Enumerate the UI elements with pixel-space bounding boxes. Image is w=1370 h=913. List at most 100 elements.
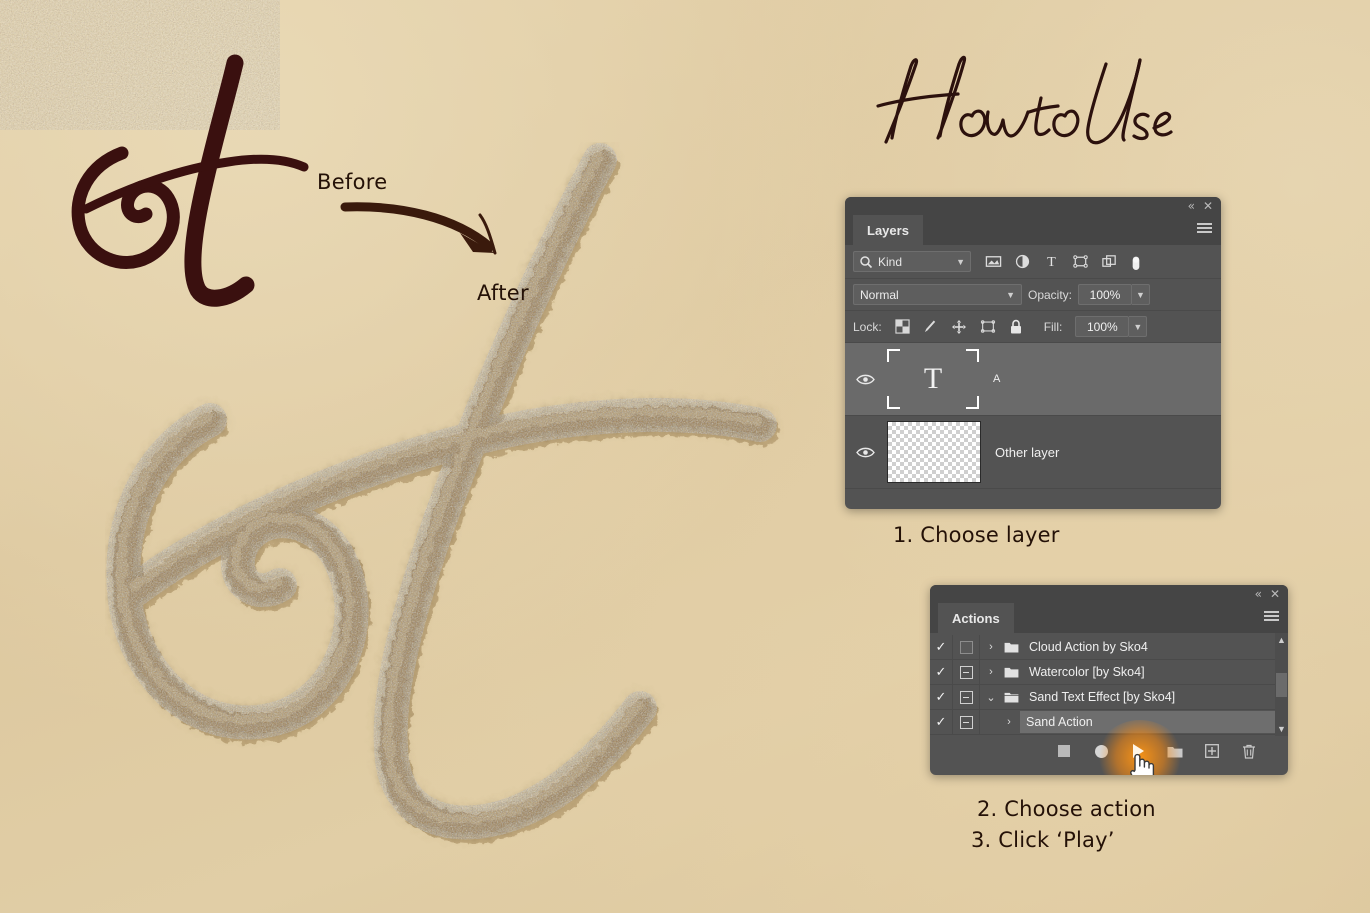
record-button[interactable] bbox=[1092, 742, 1110, 760]
actions-panel[interactable]: « ✕ Actions ✓ › Cloud Action by Sko4 ✓ › bbox=[930, 585, 1288, 775]
before-label: Before bbox=[317, 170, 387, 194]
chevron-down-icon[interactable]: ⌄ bbox=[980, 691, 1002, 704]
table-row[interactable]: Other layer bbox=[845, 416, 1221, 489]
actions-scrollbar[interactable]: ▲ ▼ bbox=[1275, 633, 1288, 736]
lock-label: Lock: bbox=[853, 320, 882, 334]
folder-icon bbox=[1167, 745, 1183, 758]
blend-mode-select[interactable]: Normal ▼ bbox=[853, 284, 1022, 305]
lock-all-icon[interactable] bbox=[1009, 319, 1023, 335]
before-letter-a bbox=[50, 45, 350, 310]
kind-filter-select[interactable]: Kind ▼ bbox=[853, 251, 971, 272]
hand-pointer-cursor bbox=[1126, 748, 1156, 775]
layers-tab-row: Layers bbox=[845, 215, 1221, 245]
layers-panel[interactable]: « ✕ Layers Kind ▼ T bbox=[845, 197, 1221, 509]
chevron-down-icon[interactable]: ▼ bbox=[1277, 722, 1286, 736]
canvas: Before After « bbox=[0, 0, 1370, 913]
fill-input[interactable]: 100% bbox=[1075, 316, 1129, 337]
new-set-button[interactable] bbox=[1166, 742, 1184, 760]
actions-footer-toolbar bbox=[930, 736, 1288, 766]
actions-caption-2: 3. Click ‘Play’ bbox=[971, 828, 1115, 852]
chevron-down-icon: ▼ bbox=[956, 257, 965, 267]
close-icon[interactable]: ✕ bbox=[1270, 587, 1280, 601]
table-row[interactable]: T A bbox=[845, 343, 1221, 416]
smart-object-filter-icon[interactable] bbox=[1101, 253, 1118, 270]
chevron-up-icon[interactable]: ▲ bbox=[1277, 633, 1286, 647]
blend-mode-value: Normal bbox=[860, 288, 899, 302]
new-page-icon bbox=[1205, 744, 1219, 758]
action-checkbox[interactable]: ✓ bbox=[930, 685, 953, 709]
chevron-down-icon: ▼ bbox=[1006, 290, 1015, 300]
layer-filter-icons: T bbox=[985, 251, 1142, 273]
scrollbar-thumb[interactable] bbox=[1276, 673, 1287, 697]
image-filter-icon[interactable] bbox=[985, 253, 1002, 270]
before-after-arrow bbox=[340, 195, 520, 265]
chevron-right-icon[interactable]: › bbox=[980, 641, 1002, 653]
folder-open-icon bbox=[1004, 691, 1019, 703]
tab-layers[interactable]: Layers bbox=[853, 215, 923, 245]
opacity-label: Opacity: bbox=[1028, 288, 1072, 302]
layers-filter-row: Kind ▼ T bbox=[845, 245, 1221, 279]
layers-lock-row: Lock: Fill: 100% ▼ bbox=[845, 311, 1221, 343]
action-label: Cloud Action by Sko4 bbox=[1025, 640, 1148, 654]
eye-icon[interactable] bbox=[845, 373, 885, 386]
layers-caption: 1. Choose layer bbox=[893, 523, 1060, 547]
shape-filter-icon[interactable] bbox=[1072, 253, 1089, 270]
adjustment-filter-icon[interactable] bbox=[1014, 253, 1031, 270]
layer-name: Other layer bbox=[995, 445, 1059, 460]
transparent-checker-thumb[interactable] bbox=[887, 421, 981, 483]
panel-menu-icon[interactable] bbox=[1264, 611, 1279, 622]
opacity-input[interactable]: 100% bbox=[1078, 284, 1132, 305]
kind-filter-label: Kind bbox=[878, 255, 902, 269]
actions-caption-1: 2. Choose action bbox=[977, 797, 1156, 821]
chevron-double-left-icon[interactable]: « bbox=[1255, 587, 1262, 601]
action-dialog-toggle[interactable] bbox=[953, 635, 980, 659]
panel-menu-icon[interactable] bbox=[1197, 223, 1212, 234]
action-dialog-toggle[interactable] bbox=[953, 660, 980, 684]
stop-button[interactable] bbox=[1055, 742, 1073, 760]
fill-label: Fill: bbox=[1044, 320, 1063, 334]
text-layer-thumb[interactable]: T bbox=[887, 349, 979, 409]
list-item[interactable]: ✓ › Cloud Action by Sko4 bbox=[930, 635, 1288, 660]
layers-panel-titlebar: « ✕ bbox=[845, 197, 1221, 215]
action-checkbox[interactable]: ✓ bbox=[930, 660, 953, 684]
action-label: Watercolor [by Sko4] bbox=[1025, 665, 1145, 679]
eye-icon[interactable] bbox=[845, 446, 885, 459]
new-action-button[interactable] bbox=[1203, 742, 1221, 760]
layer-name: A bbox=[993, 373, 1000, 385]
folder-icon bbox=[1004, 666, 1019, 678]
layers-blend-row: Normal ▼ Opacity: 100% ▼ bbox=[845, 279, 1221, 311]
chevron-double-left-icon[interactable]: « bbox=[1188, 199, 1195, 213]
filter-toggle-icon[interactable] bbox=[1130, 251, 1142, 273]
lock-position-icon[interactable] bbox=[951, 319, 967, 335]
lock-artboard-icon[interactable] bbox=[980, 319, 996, 334]
folder-icon bbox=[1004, 641, 1019, 653]
action-checkbox[interactable]: ✓ bbox=[930, 635, 953, 659]
action-label: Sand Text Effect [by Sko4] bbox=[1025, 690, 1175, 704]
chevron-right-icon[interactable]: › bbox=[998, 716, 1020, 728]
lock-transparency-icon[interactable] bbox=[895, 319, 910, 334]
action-checkbox[interactable]: ✓ bbox=[930, 710, 953, 734]
close-icon[interactable]: ✕ bbox=[1203, 199, 1213, 213]
tab-actions[interactable]: Actions bbox=[938, 603, 1014, 633]
record-circle-icon bbox=[1095, 745, 1108, 758]
actions-list: ✓ › Cloud Action by Sko4 ✓ › Watercolor … bbox=[930, 633, 1288, 736]
action-dialog-toggle[interactable] bbox=[953, 685, 980, 709]
svg-text:T: T bbox=[1047, 254, 1056, 270]
layer-list: T A Other layer bbox=[845, 343, 1221, 489]
opacity-chevron-down-icon[interactable]: ▼ bbox=[1132, 284, 1150, 305]
list-item[interactable]: ✓ › Watercolor [by Sko4] bbox=[930, 660, 1288, 685]
actions-tab-row: Actions bbox=[930, 603, 1288, 633]
actions-panel-titlebar: « ✕ bbox=[930, 585, 1288, 603]
action-dialog-toggle[interactable] bbox=[953, 710, 980, 734]
list-item[interactable]: ✓ › Sand Action bbox=[930, 710, 1288, 735]
list-item[interactable]: ✓ ⌄ Sand Text Effect [by Sko4] bbox=[930, 685, 1288, 710]
search-icon bbox=[859, 255, 873, 269]
fill-chevron-down-icon[interactable]: ▼ bbox=[1129, 316, 1147, 337]
delete-button[interactable] bbox=[1240, 742, 1258, 760]
chevron-right-icon[interactable]: › bbox=[980, 666, 1002, 678]
action-label-selected: Sand Action bbox=[1020, 711, 1288, 733]
after-label: After bbox=[477, 281, 529, 305]
stop-square-icon bbox=[1058, 745, 1070, 757]
type-filter-icon[interactable]: T bbox=[1043, 253, 1060, 270]
lock-image-icon[interactable] bbox=[923, 319, 938, 334]
